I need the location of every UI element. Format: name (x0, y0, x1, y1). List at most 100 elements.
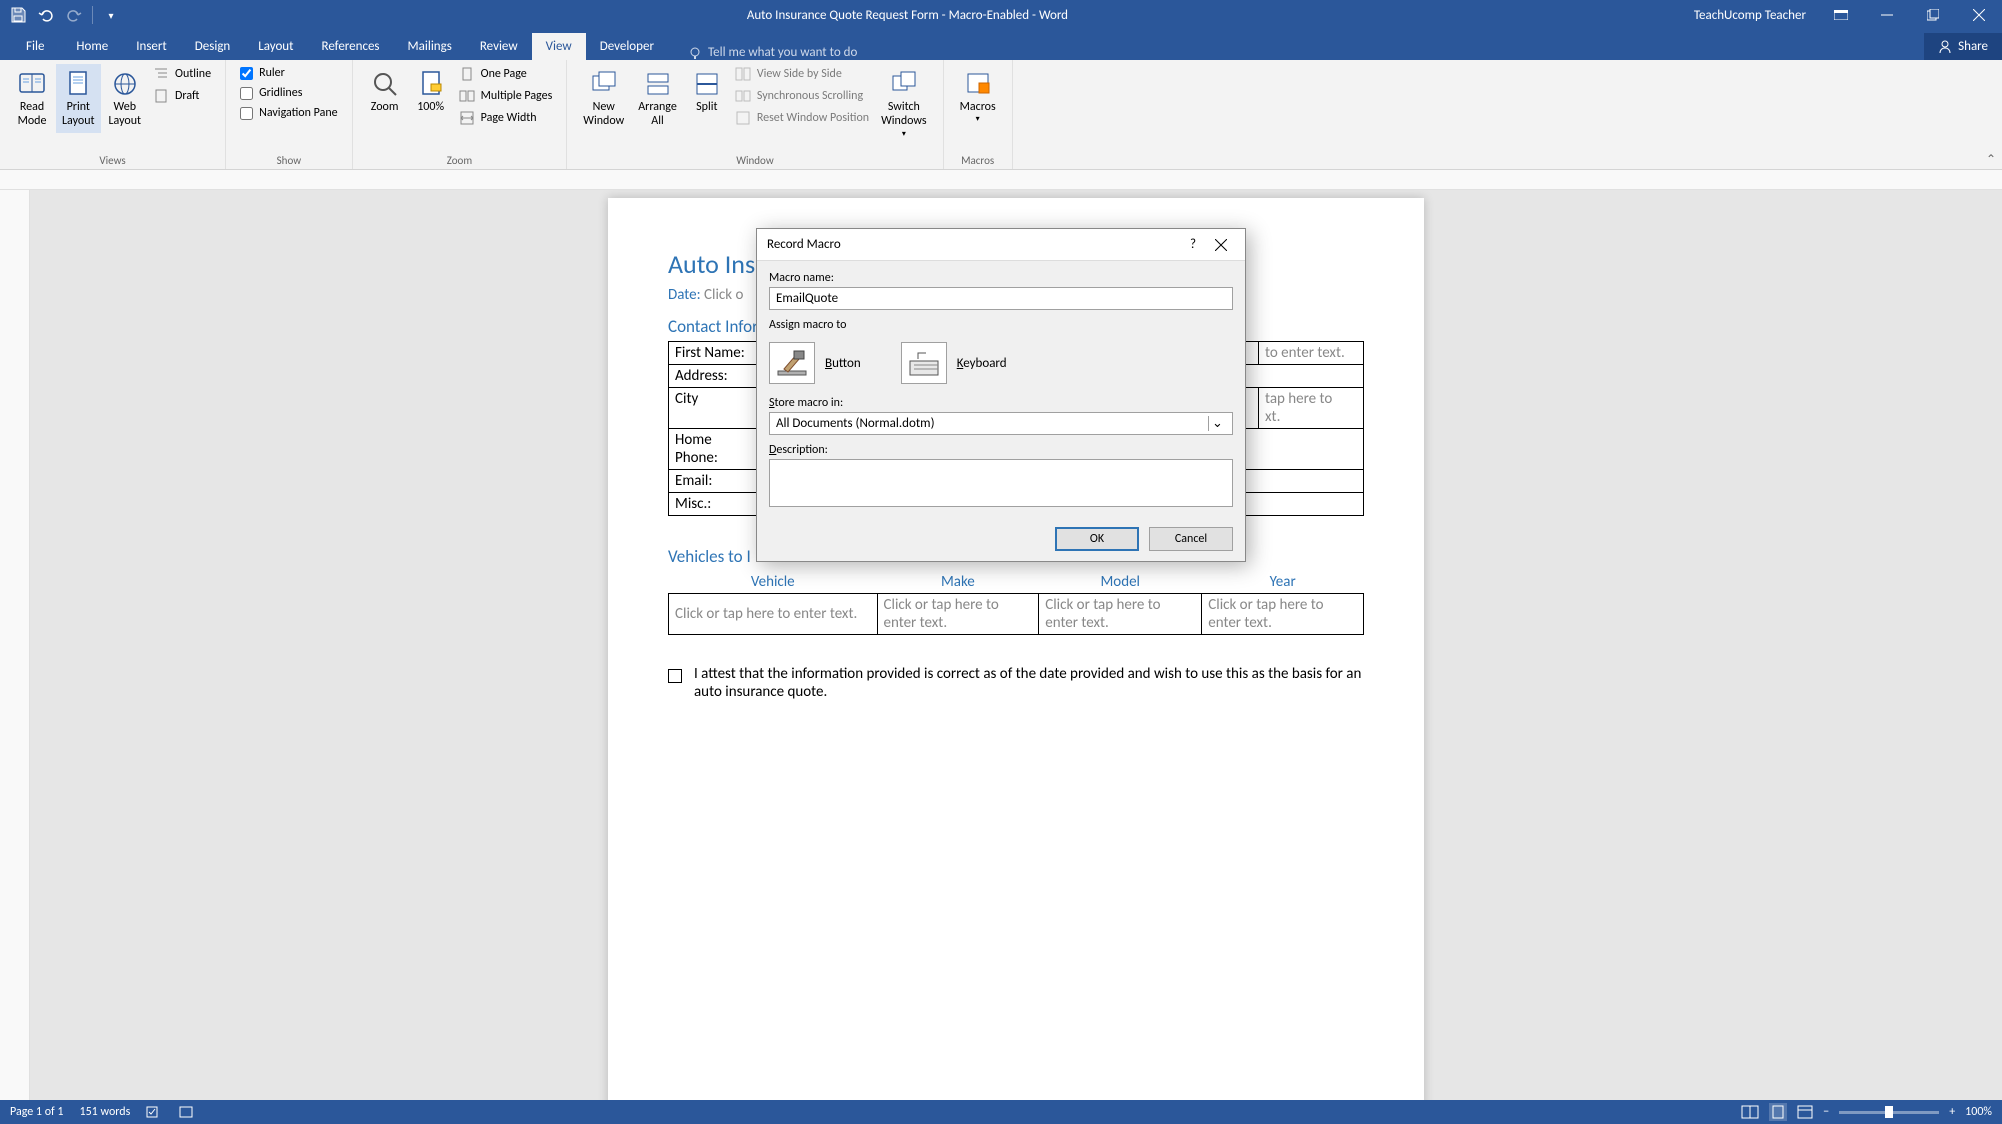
zoom-in-icon[interactable]: + (1949, 1105, 1955, 1119)
document-icon (415, 68, 447, 100)
table-cell-placeholder[interactable]: Click or tap here to enter text. (669, 594, 878, 635)
attest-checkbox[interactable] (668, 669, 682, 683)
new-window-button[interactable]: New Window (577, 64, 630, 133)
macros-button[interactable]: Macros ▾ (954, 64, 1002, 128)
web-layout-label: Web Layout (109, 100, 142, 129)
maximize-icon[interactable] (1910, 0, 1956, 30)
read-mode-button[interactable]: Read Mode (10, 64, 54, 133)
store-macro-label: Store macro in: (769, 396, 1233, 410)
zoom-level[interactable]: 100% (1965, 1105, 1992, 1119)
assign-keyboard-option[interactable]: Keyboard (901, 342, 1007, 384)
table-cell-placeholder[interactable]: Click or tap here to enter text. (877, 594, 1039, 635)
table-cell-placeholder[interactable]: Click or tap here to enter text. (1039, 594, 1202, 635)
group-show: Ruler Gridlines Navigation Pane Show (226, 60, 353, 169)
switch-windows-icon (888, 68, 920, 100)
close-icon[interactable] (1956, 0, 2002, 30)
redo-icon[interactable] (64, 5, 84, 25)
vertical-ruler[interactable] (0, 190, 30, 1100)
save-icon[interactable] (8, 5, 28, 25)
tab-layout[interactable]: Layout (244, 33, 307, 60)
multiple-pages-button[interactable]: Multiple Pages (455, 86, 557, 106)
store-macro-select[interactable]: All Documents (Normal.dotm) ⌄ (769, 412, 1233, 435)
group-views: Read Mode Print Layout Web Layout Outlin… (0, 60, 226, 169)
tab-file[interactable]: File (8, 33, 62, 60)
chevron-down-icon: ▾ (902, 129, 906, 139)
separator (92, 6, 93, 24)
quick-access-toolbar: ▾ (0, 5, 121, 25)
print-layout-button[interactable]: Print Layout (56, 64, 101, 133)
macro-record-status-icon[interactable] (178, 1105, 194, 1119)
switch-windows-button[interactable]: Switch Windows ▾ (875, 64, 933, 143)
share-label: Share (1958, 39, 1988, 54)
ribbon: Read Mode Print Layout Web Layout Outlin… (0, 60, 2002, 170)
ruler-checkbox[interactable]: Ruler (236, 64, 342, 82)
tab-developer[interactable]: Developer (586, 33, 668, 60)
outline-icon (153, 66, 169, 82)
page-width-button[interactable]: Page Width (455, 108, 557, 128)
one-page-button[interactable]: One Page (455, 64, 557, 84)
status-bar: Page 1 of 1 151 words − + 100% (0, 1100, 2002, 1124)
cancel-button[interactable]: Cancel (1149, 527, 1233, 551)
horizontal-ruler[interactable] (0, 170, 2002, 190)
draft-button[interactable]: Draft (149, 86, 215, 106)
web-layout-button[interactable]: Web Layout (103, 64, 148, 133)
tab-view[interactable]: View (532, 33, 586, 60)
date-placeholder[interactable]: Click o (704, 286, 743, 304)
navigation-pane-checkbox[interactable]: Navigation Pane (236, 104, 342, 122)
spelling-icon[interactable] (146, 1105, 162, 1119)
tab-insert[interactable]: Insert (122, 33, 181, 60)
read-mode-view-icon[interactable] (1741, 1105, 1759, 1119)
tab-mailings[interactable]: Mailings (394, 33, 466, 60)
macro-name-label: Macro name: (769, 271, 1233, 285)
reset-window-button: Reset Window Position (731, 108, 873, 128)
arrange-all-button[interactable]: Arrange All (632, 64, 683, 133)
split-button[interactable]: Split (685, 64, 729, 118)
word-count[interactable]: 151 words (80, 1105, 131, 1119)
window-title: Auto Insurance Quote Request Form - Macr… (121, 8, 1694, 23)
assign-button-option[interactable]: BButtonutton (769, 342, 861, 384)
ok-button[interactable]: OK (1055, 527, 1139, 551)
share-button[interactable]: Share (1924, 33, 2002, 60)
collapse-ribbon-icon[interactable]: ⌃ (1986, 152, 1996, 167)
undo-icon[interactable] (36, 5, 56, 25)
qat-customize-icon[interactable]: ▾ (101, 5, 121, 25)
print-layout-view-icon[interactable] (1769, 1103, 1787, 1121)
chevron-down-icon[interactable]: ⌄ (1208, 416, 1226, 431)
table-cell-placeholder[interactable]: Click or tap here to enter text. (1202, 594, 1364, 635)
attestation: I attest that the information provided i… (668, 665, 1364, 701)
read-mode-label: Read Mode (18, 100, 47, 129)
tell-me-label: Tell me what you want to do (708, 45, 857, 60)
outline-button[interactable]: Outline (149, 64, 215, 84)
ribbon-tabs: File Home Insert Design Layout Reference… (0, 30, 2002, 60)
table-cell-placeholder[interactable]: tap here toxt. (1259, 388, 1364, 429)
keyboard-icon (901, 342, 947, 384)
help-icon[interactable]: ? (1179, 231, 1207, 259)
ribbon-display-icon[interactable] (1818, 0, 1864, 30)
tell-me-search[interactable]: Tell me what you want to do (688, 45, 857, 60)
description-label: Description: (769, 443, 1233, 457)
web-layout-view-icon[interactable] (1797, 1105, 1813, 1119)
macros-icon (962, 68, 994, 100)
tab-review[interactable]: Review (466, 33, 532, 60)
close-icon[interactable] (1207, 231, 1235, 259)
zoom-out-icon[interactable]: − (1823, 1105, 1829, 1119)
zoom-100-button[interactable]: 100% (409, 64, 453, 118)
gridlines-checkbox[interactable]: Gridlines (236, 84, 342, 102)
window-group-label: Window (577, 152, 932, 167)
table-header-row: Vehicle Make Model Year (669, 571, 1364, 594)
tab-references[interactable]: References (308, 33, 394, 60)
zoom-button[interactable]: Zoom (363, 64, 407, 118)
tab-home[interactable]: Home (62, 33, 122, 60)
description-input[interactable] (769, 459, 1233, 507)
macro-name-input[interactable] (769, 287, 1233, 310)
assign-keyboard-label: Keyboard (957, 356, 1007, 371)
minimize-icon[interactable] (1864, 0, 1910, 30)
web-layout-icon (109, 68, 141, 100)
table-cell-placeholder[interactable]: to enter text. (1259, 342, 1364, 365)
chevron-down-icon: ▾ (976, 114, 980, 124)
zoom-slider[interactable] (1839, 1111, 1939, 1114)
page-status[interactable]: Page 1 of 1 (10, 1105, 64, 1119)
arrange-all-icon (642, 68, 674, 100)
tab-design[interactable]: Design (181, 33, 244, 60)
print-layout-label: Print Layout (62, 100, 95, 129)
